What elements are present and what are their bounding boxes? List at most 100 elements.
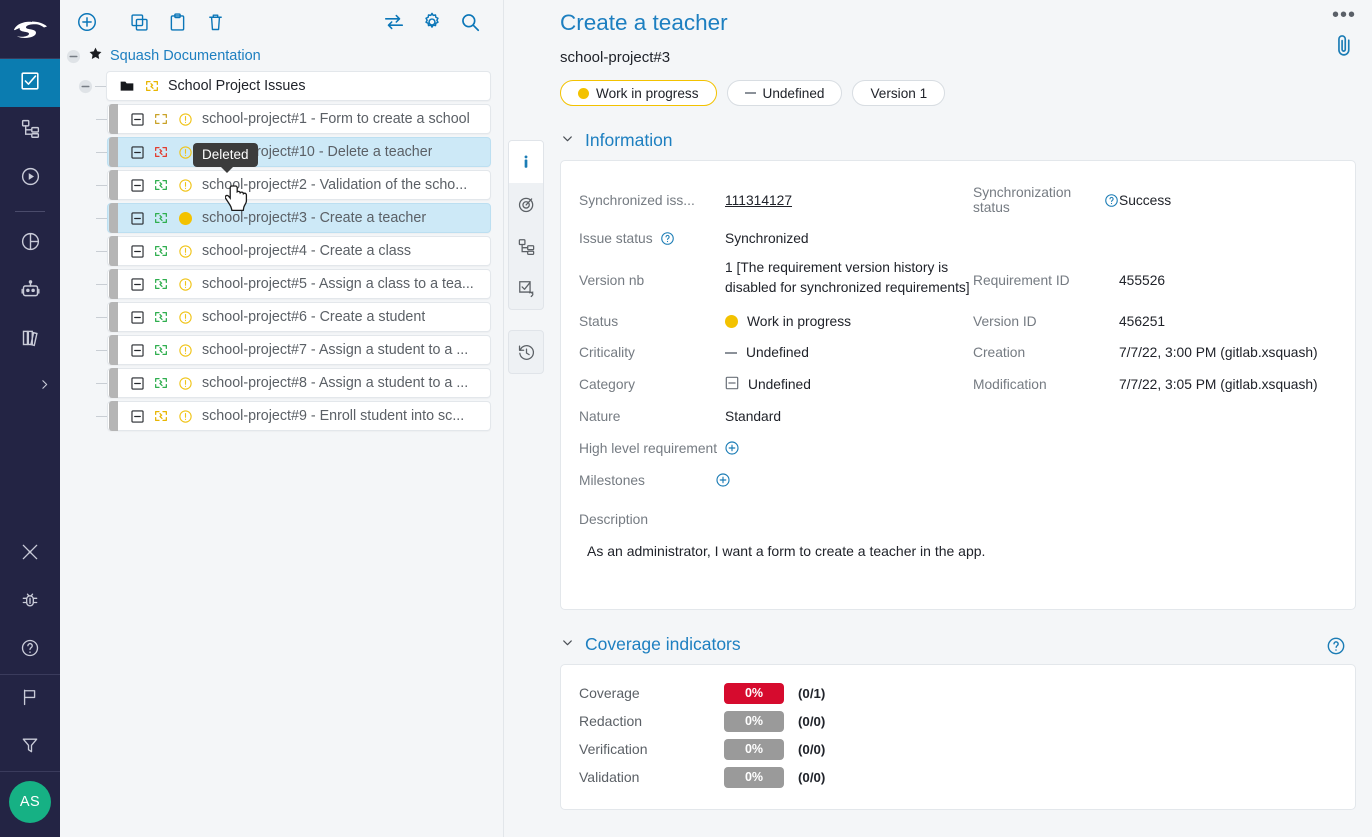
tree-item-1[interactable]: school-project#1 - Form to create a scho… bbox=[60, 104, 503, 134]
coverage-row: Coverage0%(0/1) bbox=[579, 679, 1337, 707]
help-circle-icon-issue-status[interactable] bbox=[660, 231, 675, 246]
settings-button[interactable] bbox=[413, 5, 451, 39]
avatar[interactable]: AS bbox=[9, 781, 51, 823]
expand-toggle-icon[interactable] bbox=[131, 113, 144, 126]
tree-item-2[interactable]: school-project#10 - Delete a teacher bbox=[60, 137, 503, 167]
tree-item-9[interactable]: school-project#8 - Assign a student to a… bbox=[60, 368, 503, 398]
more-options-icon[interactable]: ••• bbox=[1332, 10, 1356, 20]
synchronize-button[interactable] bbox=[375, 5, 413, 39]
expand-toggle-icon[interactable] bbox=[131, 344, 144, 357]
sidebar-item-reports[interactable] bbox=[0, 220, 60, 268]
tree-item-3[interactable]: school-project#2 - Validation of the sch… bbox=[60, 170, 503, 200]
tree-root-label[interactable]: Squash Documentation bbox=[110, 48, 261, 64]
collapse-toggle-folder[interactable] bbox=[78, 79, 93, 94]
tab-hierarchy[interactable] bbox=[509, 225, 543, 267]
sidebar-item-executions[interactable] bbox=[0, 155, 60, 203]
sync-status-icon[interactable] bbox=[152, 276, 169, 293]
sidebar-item-test-cases[interactable] bbox=[0, 59, 60, 107]
criticality-badge[interactable]: Undefined bbox=[727, 80, 843, 106]
tree-item-5[interactable]: school-project#4 - Create a class bbox=[60, 236, 503, 266]
chevron-down-icon-coverage[interactable] bbox=[560, 635, 575, 655]
help-circle-icon-sync-status[interactable] bbox=[1104, 193, 1119, 208]
drag-handle[interactable] bbox=[109, 368, 118, 398]
drag-handle[interactable] bbox=[109, 269, 118, 299]
add-milestone-icon[interactable] bbox=[715, 472, 731, 488]
sidebar-item-campaigns[interactable] bbox=[0, 107, 60, 155]
chevron-down-icon[interactable] bbox=[560, 131, 575, 151]
sync-status-icon[interactable] bbox=[152, 177, 169, 194]
tree-item-7[interactable]: school-project#6 - Create a student bbox=[60, 302, 503, 332]
tree-item-card[interactable]: school-project#8 - Assign a student to a… bbox=[107, 368, 491, 398]
expand-toggle-icon[interactable] bbox=[131, 410, 144, 423]
tree-item-card[interactable]: school-project#6 - Create a student bbox=[107, 302, 491, 332]
coverage-fraction: (0/1) bbox=[798, 686, 825, 701]
requirement-status-icon bbox=[177, 375, 194, 392]
drag-handle[interactable] bbox=[109, 401, 118, 431]
drag-handle[interactable] bbox=[109, 335, 118, 365]
sidebar-item-administration[interactable] bbox=[0, 530, 60, 578]
delete-button[interactable] bbox=[196, 5, 234, 39]
collapse-toggle-root[interactable] bbox=[66, 49, 81, 64]
expand-toggle-icon[interactable] bbox=[131, 245, 144, 258]
copy-button[interactable] bbox=[120, 5, 158, 39]
tab-coverage[interactable] bbox=[509, 183, 543, 225]
tree-item-card[interactable]: school-project#10 - Delete a teacher bbox=[107, 137, 491, 167]
drag-handle[interactable] bbox=[109, 302, 118, 332]
sidebar-item-milestones[interactable] bbox=[0, 675, 60, 723]
description-value[interactable]: As an administrator, I want a form to cr… bbox=[579, 543, 1337, 559]
expand-rail-button[interactable] bbox=[0, 364, 60, 404]
tab-verifying-test-cases[interactable] bbox=[509, 267, 543, 309]
sync-status-icon[interactable] bbox=[152, 375, 169, 392]
squash-logo[interactable] bbox=[0, 0, 60, 58]
expand-toggle-icon[interactable] bbox=[131, 146, 144, 159]
sync-status-icon[interactable] bbox=[152, 144, 169, 161]
sync-status-icon[interactable] bbox=[152, 210, 169, 227]
sidebar-item-help[interactable] bbox=[0, 626, 60, 674]
tree-item-card[interactable]: school-project#4 - Create a class bbox=[107, 236, 491, 266]
tree-item-card[interactable]: school-project#7 - Assign a student to a… bbox=[107, 335, 491, 365]
version-badge[interactable]: Version 1 bbox=[852, 80, 945, 106]
coverage-section-header[interactable]: Coverage indicators bbox=[560, 634, 1356, 655]
paperclip-icon[interactable] bbox=[1333, 32, 1354, 63]
sync-status-icon[interactable] bbox=[152, 408, 169, 425]
sidebar-item-filters[interactable] bbox=[0, 723, 60, 771]
tab-information[interactable] bbox=[509, 141, 543, 183]
paste-button[interactable] bbox=[158, 5, 196, 39]
expand-toggle-icon[interactable] bbox=[131, 311, 144, 324]
add-button[interactable] bbox=[68, 5, 106, 39]
sidebar-item-library[interactable] bbox=[0, 316, 60, 364]
sync-status-icon[interactable] bbox=[152, 342, 169, 359]
drag-handle[interactable] bbox=[109, 137, 118, 167]
coverage-help-icon[interactable] bbox=[1326, 636, 1346, 661]
sync-status-icon[interactable] bbox=[152, 111, 169, 128]
drag-handle[interactable] bbox=[109, 170, 118, 200]
expand-toggle-icon[interactable] bbox=[131, 278, 144, 291]
tree-item-6[interactable]: school-project#5 - Assign a class to a t… bbox=[60, 269, 503, 299]
tree-item-card[interactable]: school-project#2 - Validation of the sch… bbox=[107, 170, 491, 200]
information-section-header[interactable]: Information bbox=[560, 130, 1356, 151]
drag-handle[interactable] bbox=[109, 104, 118, 134]
drag-handle[interactable] bbox=[109, 236, 118, 266]
tree-item-card[interactable]: school-project#9 - Enroll student into s… bbox=[107, 401, 491, 431]
tree-root-row[interactable]: Squash Documentation bbox=[60, 44, 503, 68]
tree-folder-row[interactable]: School Project Issues bbox=[60, 71, 503, 101]
expand-toggle-icon[interactable] bbox=[131, 377, 144, 390]
expand-toggle-icon[interactable] bbox=[131, 212, 144, 225]
tree-item-card[interactable]: school-project#5 - Assign a class to a t… bbox=[107, 269, 491, 299]
tree-item-4[interactable]: school-project#3 - Create a teacher bbox=[60, 203, 503, 233]
tree-item-card[interactable]: school-project#3 - Create a teacher bbox=[107, 203, 491, 233]
tab-history[interactable] bbox=[509, 331, 543, 373]
expand-toggle-icon[interactable] bbox=[131, 179, 144, 192]
drag-handle[interactable] bbox=[109, 203, 118, 233]
search-button[interactable] bbox=[451, 5, 489, 39]
sync-status-icon[interactable] bbox=[152, 243, 169, 260]
sidebar-item-automation[interactable] bbox=[0, 268, 60, 316]
tree-item-10[interactable]: school-project#9 - Enroll student into s… bbox=[60, 401, 503, 431]
tree-folder-card[interactable]: School Project Issues bbox=[106, 71, 491, 101]
sidebar-item-bugtracker[interactable] bbox=[0, 578, 60, 626]
tree-item-card[interactable]: school-project#1 - Form to create a scho… bbox=[107, 104, 491, 134]
synchronized-issue-link[interactable]: 111314127 bbox=[725, 193, 792, 208]
tree-item-8[interactable]: school-project#7 - Assign a student to a… bbox=[60, 335, 503, 365]
status-badge[interactable]: Work in progress bbox=[560, 80, 717, 106]
sync-status-icon[interactable] bbox=[152, 309, 169, 326]
